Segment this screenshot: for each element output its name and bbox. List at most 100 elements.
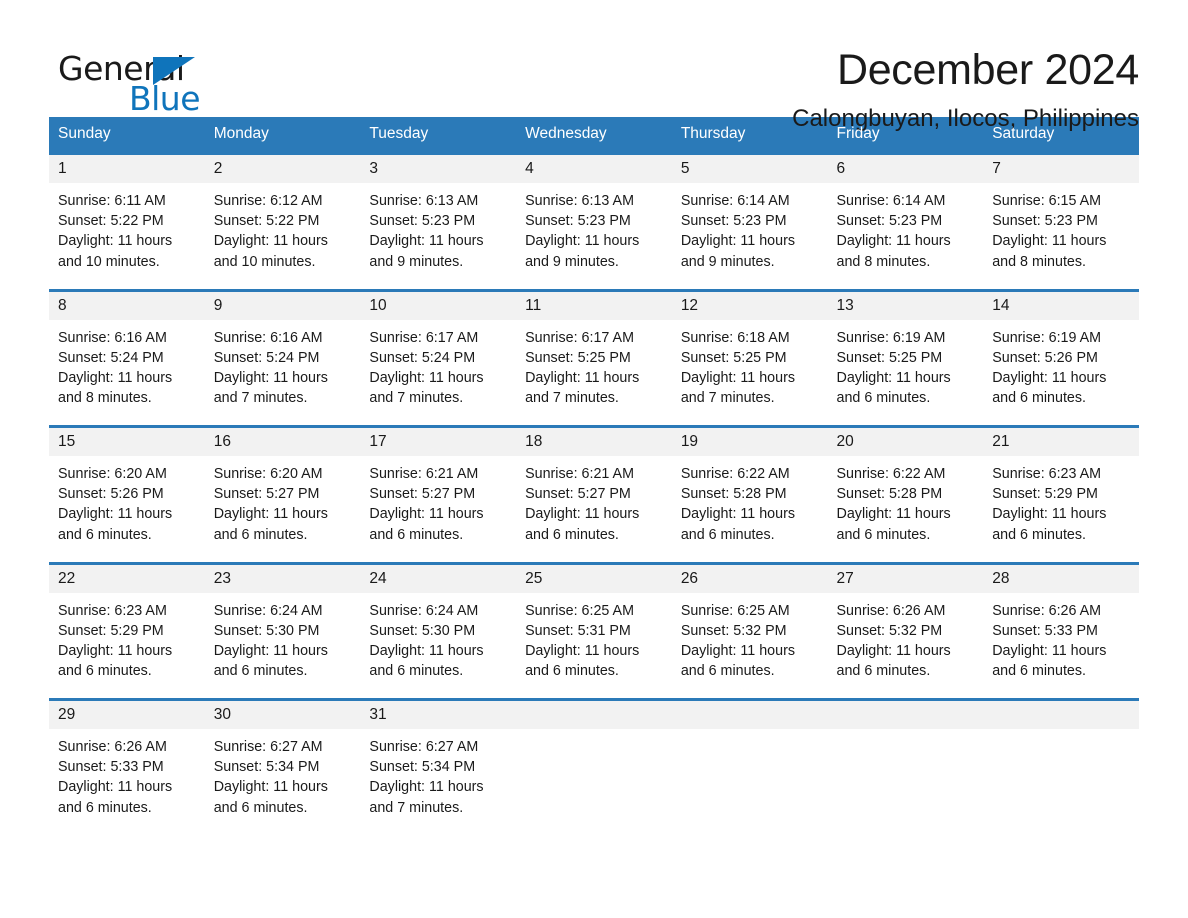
daylight-text-line2: and 7 minutes.: [680, 390, 775, 407]
sunrise-text: Sunrise: 6:24 AM: [213, 602, 323, 619]
daylight-text-line2: and 7 minutes.: [213, 390, 308, 407]
day-number: 11: [516, 291, 672, 320]
daylight-text-line2: and 6 minutes.: [992, 526, 1087, 543]
calendar-day-cell[interactable]: 30 Sunrise: 6:27 AM Sunset: 5:34 PM Dayligh…: [204, 698, 361, 828]
day-details: Sunrise: 6:21 AM Sunset: 5:27 PM Daylight:…: [360, 456, 516, 545]
day-number: 21: [983, 428, 1139, 456]
daylight-text-line1: Daylight: 11 hours: [680, 369, 795, 386]
daylight-text-line2: and 6 minutes.: [525, 526, 619, 543]
calendar-day-cell[interactable]: 21 Sunrise: 6:23 AM Sunset: 5:29 PM Dayligh…: [983, 425, 1139, 559]
day-details: Sunrise: 6:20 AM Sunset: 5:26 PM Daylight:…: [49, 456, 205, 545]
day-number: 5: [671, 155, 828, 183]
calendar-day-cell[interactable]: 3 Sunrise: 6:13 AM Sunset: 5:23 PM Daylight…: [360, 152, 517, 286]
day-details: Sunrise: 6:26 AM Sunset: 5:33 PM Daylight:…: [49, 729, 205, 818]
calendar-day-cell[interactable]: 18 Sunrise: 6:21 AM Sunset: 5:27 PM Dayligh…: [516, 425, 672, 559]
day-details: Sunrise: 6:18 AM Sunset: 5:25 PM Daylight:…: [672, 320, 828, 409]
sunrise-text: Sunrise: 6:19 AM: [836, 329, 946, 346]
general-blue-logo[interactable]: General Blue: [49, 46, 239, 118]
day-number: 1: [49, 155, 205, 183]
sunset-text: Sunset: 5:24 PM: [369, 349, 476, 366]
calendar-week-row: 22 Sunrise: 6:23 AM Sunset: 5:29 PM Dayligh…: [49, 561, 1139, 695]
daylight-text-line1: Daylight: 11 hours: [58, 233, 173, 250]
sunset-text: Sunset: 5:34 PM: [213, 759, 320, 776]
calendar-day-cell[interactable]: 15 Sunrise: 6:20 AM Sunset: 5:26 PM Dayligh…: [49, 425, 205, 559]
calendar-day-cell[interactable]: 24 Sunrise: 6:24 AM Sunset: 5:30 PM Dayligh…: [360, 561, 517, 695]
calendar-day-cell[interactable]: 16 Sunrise: 6:20 AM Sunset: 5:27 PM Dayligh…: [204, 425, 361, 559]
sunset-text: Sunset: 5:24 PM: [213, 349, 320, 366]
daylight-text-line1: Daylight: 11 hours: [680, 642, 795, 659]
calendar-day-cell[interactable]: 22 Sunrise: 6:23 AM Sunset: 5:29 PM Dayligh…: [49, 561, 205, 695]
day-number: 25: [516, 564, 672, 593]
calendar-day-cell[interactable]: 14 Sunrise: 6:19 AM Sunset: 5:26 PM Dayligh…: [983, 288, 1139, 422]
daylight-text-line1: Daylight: 11 hours: [213, 506, 328, 523]
day-details: Sunrise: 6:17 AM Sunset: 5:25 PM Daylight:…: [516, 320, 672, 409]
day-number: 24: [360, 564, 517, 593]
calendar-day-cell[interactable]: 2 Sunrise: 6:12 AM Sunset: 5:22 PM Daylight…: [204, 152, 361, 286]
day-details: Sunrise: 6:14 AM Sunset: 5:23 PM Daylight:…: [672, 183, 828, 272]
calendar-day-cell[interactable]: 10 Sunrise: 6:17 AM Sunset: 5:24 PM Dayligh…: [360, 288, 517, 422]
sunrise-text: Sunrise: 6:14 AM: [836, 193, 946, 209]
calendar-day-cell[interactable]: 6 Sunrise: 6:14 AM Sunset: 5:23 PM Daylight…: [827, 152, 984, 286]
sunset-text: Sunset: 5:25 PM: [680, 349, 787, 366]
calendar-day-cell[interactable]: 19 Sunrise: 6:22 AM Sunset: 5:28 PM Dayligh…: [671, 425, 828, 559]
daylight-text-line2: and 9 minutes.: [525, 253, 619, 270]
calendar-day-cell[interactable]: 1 Sunrise: 6:11 AM Sunset: 5:22 PM Daylight…: [49, 152, 205, 286]
sunrise-text: Sunrise: 6:22 AM: [680, 466, 790, 482]
day-details: Sunrise: 6:26 AM Sunset: 5:32 PM Daylight:…: [828, 593, 984, 682]
daylight-text-line1: Daylight: 11 hours: [836, 369, 951, 386]
daylight-text-line2: and 6 minutes.: [213, 526, 308, 543]
calendar-day-cell[interactable]: 26 Sunrise: 6:25 AM Sunset: 5:32 PM Dayligh…: [671, 561, 828, 695]
calendar-day-cell[interactable]: 31 Sunrise: 6:27 AM Sunset: 5:34 PM Dayligh…: [360, 698, 517, 828]
sunset-text: Sunset: 5:29 PM: [992, 486, 1098, 503]
calendar-table: Sunday Monday Tuesday Wednesday Thursday…: [49, 117, 1139, 828]
sunrise-text: Sunrise: 6:20 AM: [213, 466, 323, 482]
sunset-text: Sunset: 5:30 PM: [213, 622, 320, 639]
sunset-text: Sunset: 5:32 PM: [680, 622, 787, 639]
daylight-text-line2: and 9 minutes.: [369, 253, 464, 270]
calendar-day-cell[interactable]: 11 Sunrise: 6:17 AM Sunset: 5:25 PM Dayligh…: [516, 288, 672, 422]
calendar-day-cell[interactable]: 27 Sunrise: 6:26 AM Sunset: 5:32 PM Dayligh…: [827, 561, 984, 695]
day-number: [827, 701, 984, 729]
calendar-day-cell[interactable]: 20 Sunrise: 6:22 AM Sunset: 5:28 PM Dayligh…: [827, 425, 984, 559]
calendar-day-cell[interactable]: 29 Sunrise: 6:26 AM Sunset: 5:33 PM Dayligh…: [49, 698, 205, 828]
calendar-day-cell[interactable]: 23 Sunrise: 6:24 AM Sunset: 5:30 PM Dayligh…: [204, 561, 361, 695]
calendar-day-cell[interactable]: 8 Sunrise: 6:16 AM Sunset: 5:24 PM Daylight…: [49, 288, 205, 422]
sunrise-text: Sunrise: 6:16 AM: [58, 329, 167, 346]
sunset-text: Sunset: 5:24 PM: [58, 349, 164, 366]
calendar-day-cell[interactable]: 13 Sunrise: 6:19 AM Sunset: 5:25 PM Dayligh…: [827, 288, 984, 422]
calendar-day-cell[interactable]: 17 Sunrise: 6:21 AM Sunset: 5:27 PM Dayligh…: [360, 425, 517, 559]
calendar-day-cell[interactable]: 7 Sunrise: 6:15 AM Sunset: 5:23 PM Daylight…: [983, 152, 1139, 286]
day-number: 3: [360, 155, 517, 183]
calendar-day-cell[interactable]: 28 Sunrise: 6:26 AM Sunset: 5:33 PM Dayligh…: [983, 561, 1139, 695]
daylight-text-line1: Daylight: 11 hours: [525, 506, 640, 523]
daylight-text-line1: Daylight: 11 hours: [992, 506, 1107, 523]
sunrise-text: Sunrise: 6:26 AM: [836, 602, 946, 619]
calendar-day-cell[interactable]: 12 Sunrise: 6:18 AM Sunset: 5:25 PM Dayligh…: [671, 288, 828, 422]
sunset-text: Sunset: 5:26 PM: [992, 349, 1098, 366]
daylight-text-line2: and 6 minutes.: [992, 663, 1087, 680]
daylight-text-line2: and 7 minutes.: [369, 390, 464, 407]
day-number: 6: [827, 155, 984, 183]
sunrise-text: Sunrise: 6:26 AM: [992, 602, 1102, 619]
calendar-day-cell[interactable]: 5 Sunrise: 6:14 AM Sunset: 5:23 PM Daylight…: [671, 152, 828, 286]
daylight-text-line1: Daylight: 11 hours: [369, 779, 484, 796]
day-number: 16: [204, 428, 361, 456]
sunrise-text: Sunrise: 6:18 AM: [680, 329, 790, 346]
daylight-text-line2: and 6 minutes.: [836, 390, 931, 407]
calendar-day-cell-empty: [827, 698, 984, 828]
day-number: 2: [204, 155, 361, 183]
day-details: Sunrise: 6:23 AM Sunset: 5:29 PM Daylight:…: [49, 593, 205, 682]
daylight-text-line2: and 6 minutes.: [680, 526, 775, 543]
daylight-text-line2: and 10 minutes.: [213, 253, 316, 270]
sunset-text: Sunset: 5:29 PM: [58, 622, 164, 639]
calendar-day-cell[interactable]: 9 Sunrise: 6:16 AM Sunset: 5:24 PM Daylight…: [204, 288, 361, 422]
day-details: Sunrise: 6:25 AM Sunset: 5:31 PM Daylight:…: [516, 593, 672, 682]
weekday-header-wednesday: Wednesday: [516, 117, 672, 154]
calendar-day-cell[interactable]: 4 Sunrise: 6:13 AM Sunset: 5:23 PM Daylight…: [516, 152, 672, 286]
daylight-text-line1: Daylight: 11 hours: [836, 233, 951, 250]
calendar-week-row: 15 Sunrise: 6:20 AM Sunset: 5:26 PM Dayligh…: [49, 425, 1139, 559]
calendar-day-cell[interactable]: 25 Sunrise: 6:25 AM Sunset: 5:31 PM Dayligh…: [516, 561, 672, 695]
sunset-text: Sunset: 5:32 PM: [836, 622, 943, 639]
sunset-text: Sunset: 5:27 PM: [525, 486, 631, 503]
day-details: Sunrise: 6:26 AM Sunset: 5:33 PM Daylight:…: [983, 593, 1139, 682]
